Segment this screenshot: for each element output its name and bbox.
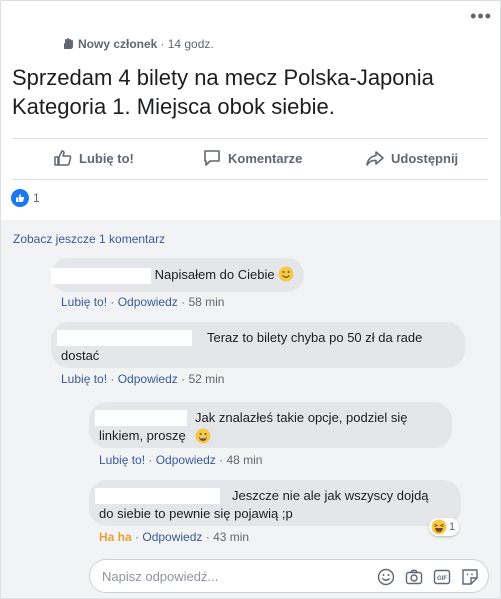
comment-text: Jeszcze nie ale jak wszyscy dojdą	[232, 488, 429, 503]
comment-text: linkiem, proszę	[99, 428, 186, 443]
comment-author[interactable]	[95, 488, 220, 504]
comment-label: Komentarze	[228, 150, 303, 166]
comment-author[interactable]	[57, 330, 192, 346]
haha-emoji-icon	[431, 519, 447, 535]
share-button[interactable]: Udostępnij	[365, 148, 458, 168]
smile-emoji-icon	[278, 266, 294, 282]
author-role[interactable]: Nowy członek	[78, 37, 157, 51]
like-button[interactable]: Lubię to!	[53, 148, 134, 168]
comment-reply-link[interactable]: Odpowiedz	[142, 530, 202, 544]
comment-text: Napisałem do Ciebie	[154, 267, 275, 282]
like-label: Lubię to!	[79, 150, 134, 166]
comment-like-link[interactable]: Lubię to!	[99, 453, 145, 467]
reply-box: GIF	[89, 559, 489, 593]
comment-meta: Lubię to! · Odpowiedz · 48 min	[99, 453, 263, 467]
comment-reply-link[interactable]: Odpowiedz	[118, 372, 178, 386]
comments-section: Zobacz jeszcze 1 komentarz Napisałem do …	[1, 220, 500, 598]
comment-text: Teraz to bilety chyba po 50 zł da rade	[207, 330, 423, 345]
comment-reply-link[interactable]: Odpowiedz	[156, 453, 216, 467]
comment-meta: Lubię to! · Odpowiedz · 58 min	[61, 295, 225, 309]
emoji-picker-icon[interactable]	[376, 567, 396, 587]
comment-bubble: Teraz to bilety chyba po 50 zł da rade d…	[51, 322, 465, 368]
comment-reaction-link[interactable]: Ha ha	[99, 530, 132, 544]
see-more-comments-link[interactable]: Zobacz jeszcze 1 komentarz	[13, 232, 165, 246]
comment-author[interactable]	[51, 267, 151, 284]
reply-bubble: Jeszcze nie ale jak wszyscy dojdą do sie…	[89, 480, 461, 526]
thumbs-up-icon	[54, 150, 72, 166]
reactions-summary[interactable]: 1	[11, 189, 40, 207]
divider	[13, 138, 488, 139]
more-options-icon[interactable]: •••	[470, 7, 492, 25]
comment-text: dostać	[61, 348, 100, 363]
grin-emoji-icon	[195, 428, 211, 444]
reply-bubble: Jak znalazłeś takie opcje, podziel się l…	[89, 402, 452, 448]
sticker-icon[interactable]	[460, 567, 480, 587]
like-reaction-icon	[11, 189, 29, 207]
reaction-count-text: 1	[449, 521, 456, 533]
comment-button[interactable]: Komentarze	[202, 148, 302, 168]
post-actions: Lubię to! Komentarze Udostępnij	[1, 144, 500, 174]
reply-input[interactable]	[102, 566, 372, 586]
comment-reply-link[interactable]: Odpowiedz	[118, 295, 178, 309]
comment-text: Jak znalazłeś takie opcje, podziel się	[195, 410, 408, 425]
share-arrow-icon	[366, 151, 384, 166]
comment-like-link[interactable]: Lubię to!	[61, 295, 107, 309]
post-time[interactable]: · 14 godz.	[160, 37, 213, 51]
share-label: Udostępnij	[391, 150, 459, 166]
divider	[13, 179, 488, 180]
post-text: Sprzedam 4 bilety na mecz Polska-Japonia…	[12, 65, 434, 119]
comment-time[interactable]: 58 min	[188, 295, 224, 309]
new-member-hand-icon	[64, 38, 73, 49]
svg-text:GIF: GIF	[437, 576, 447, 582]
comment-reaction-count[interactable]: 1	[429, 518, 460, 536]
reaction-count: 1	[33, 191, 40, 205]
comment-time[interactable]: 52 min	[188, 372, 224, 386]
comment-meta: Ha ha · Odpowiedz · 43 min	[99, 530, 250, 544]
camera-icon[interactable]	[404, 567, 424, 587]
comment-time[interactable]: 43 min	[213, 530, 249, 544]
comment-meta: Lubię to! · Odpowiedz · 52 min	[61, 372, 225, 386]
comment-author[interactable]	[95, 410, 187, 426]
comment-bubble: Napisałem do Ciebie	[51, 258, 305, 292]
comment-text: do siebie to pewnie się pojawią ;p	[99, 506, 293, 521]
comment-time[interactable]: 48 min	[226, 453, 262, 467]
reply-icons: GIF	[376, 567, 480, 587]
comment-like-link[interactable]: Lubię to!	[61, 372, 107, 386]
comment-bubble-icon	[204, 150, 220, 166]
post-meta: Nowy członek · 14 godz.	[61, 37, 214, 51]
gif-icon[interactable]: GIF	[432, 567, 452, 587]
post-card: ••• Nowy członek · 14 godz. Sprzedam 4 b…	[0, 0, 501, 599]
